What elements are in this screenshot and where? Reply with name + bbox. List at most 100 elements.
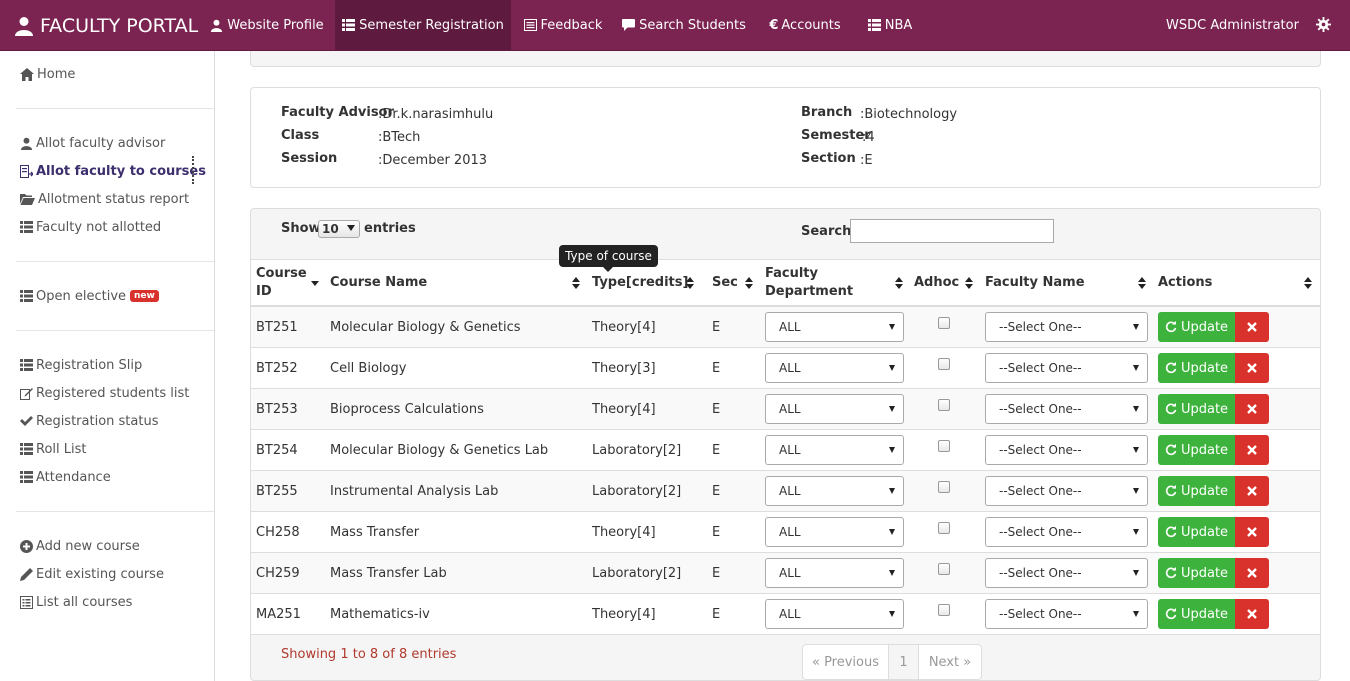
adhoc-checkbox[interactable] — [938, 440, 950, 452]
faculty-department-select[interactable]: ALL — [765, 353, 904, 383]
sidebar-item-add-new-course[interactable]: Add new course — [20, 536, 140, 556]
edit-icon — [20, 387, 33, 400]
nav-feedback[interactable]: Feedback — [514, 0, 612, 50]
chevron-down-icon — [889, 406, 895, 412]
sidebar-item-label: Faculty not allotted — [36, 219, 162, 235]
nav-semester-registration[interactable]: Semester Registration — [335, 0, 511, 50]
col-course-name[interactable]: Course Name — [330, 260, 427, 306]
sidebar-item-allotment-status-report[interactable]: Allotment status report — [20, 189, 189, 209]
sidebar-item-edit-existing-course[interactable]: Edit existing course — [20, 564, 164, 584]
course-section: E — [712, 606, 721, 622]
adhoc-checkbox[interactable] — [938, 399, 950, 411]
faculty-name-select[interactable]: --Select One-- — [985, 353, 1148, 383]
nav-website-profile[interactable]: Website Profile — [201, 0, 333, 50]
nav-accounts[interactable]: € Accounts — [756, 0, 854, 50]
refresh-icon — [1165, 403, 1177, 415]
class-info-panel: Faculty Advisor :Dr.k.narasimhulu Class … — [250, 87, 1321, 188]
faculty-name-select[interactable]: --Select One-- — [985, 312, 1148, 342]
course-section: E — [712, 524, 721, 540]
update-button[interactable]: Update — [1158, 476, 1235, 506]
sidebar-item-allot-faculty-advisor[interactable]: Allot faculty advisor — [20, 133, 165, 153]
col-faculty-department[interactable]: Faculty Department — [765, 260, 865, 306]
update-button[interactable]: Update — [1158, 394, 1235, 424]
update-button[interactable]: Update — [1158, 558, 1235, 588]
sort-icon — [572, 277, 580, 289]
sidebar-item-roll-list[interactable]: Roll List — [20, 439, 86, 459]
adhoc-checkbox[interactable] — [938, 317, 950, 329]
delete-button[interactable] — [1235, 353, 1269, 383]
entries-per-page-select[interactable]: 10 — [318, 220, 360, 238]
list-icon — [20, 221, 33, 233]
refresh-icon — [1165, 444, 1177, 456]
faculty-name-select[interactable]: --Select One-- — [985, 394, 1148, 424]
sidebar-item-list-all-courses[interactable]: List all courses — [20, 592, 132, 612]
brand[interactable]: FACULTY PORTAL — [14, 0, 198, 51]
page-1-button[interactable]: 1 — [889, 645, 919, 679]
col-adhoc[interactable]: Adhoc — [914, 260, 959, 306]
faculty-department-select[interactable]: ALL — [765, 517, 904, 547]
sidebar-item-registered-students-list[interactable]: Registered students list — [20, 383, 189, 403]
faculty-name-select[interactable]: --Select One-- — [985, 435, 1148, 465]
session-label: Session — [281, 151, 338, 166]
column-label: Course ID — [256, 266, 307, 299]
delete-button[interactable] — [1235, 599, 1269, 629]
delete-button[interactable] — [1235, 558, 1269, 588]
sidebar-item-registration-slip[interactable]: Registration Slip — [20, 355, 142, 375]
adhoc-checkbox[interactable] — [938, 358, 950, 370]
sidebar-item-home[interactable]: Home — [20, 64, 75, 84]
sidebar-item-open-elective[interactable]: Open elective new — [20, 286, 159, 306]
update-button[interactable]: Update — [1158, 435, 1235, 465]
delete-button[interactable] — [1235, 312, 1269, 342]
chevron-down-icon — [1133, 529, 1139, 535]
sidebar-item-attendance[interactable]: Attendance — [20, 467, 111, 487]
faculty-name-select[interactable]: --Select One-- — [985, 599, 1148, 629]
table-row: MA251 Mathematics-iv Theory[4] E ALL --Select… — [251, 594, 1320, 635]
nav-nba[interactable]: NBA — [857, 0, 923, 50]
column-label: Course Name — [330, 275, 428, 290]
sort-icon — [745, 277, 753, 289]
col-course-id[interactable]: Course ID — [256, 260, 316, 306]
faculty-name-select[interactable]: --Select One-- — [985, 476, 1148, 506]
course-type: Theory[4] — [592, 524, 656, 540]
sidebar-item-label: Allotment status report — [38, 191, 190, 207]
update-button[interactable]: Update — [1158, 599, 1235, 629]
faculty-department-select[interactable]: ALL — [765, 435, 904, 465]
course-id: BT252 — [256, 360, 298, 376]
adhoc-checkbox[interactable] — [938, 563, 950, 575]
delete-button[interactable] — [1235, 435, 1269, 465]
search-input[interactable] — [850, 219, 1054, 243]
next-page-button[interactable]: Next » — [919, 645, 981, 679]
delete-button[interactable] — [1235, 394, 1269, 424]
select-value: ALL — [779, 525, 801, 539]
faculty-name-select[interactable]: --Select One-- — [985, 517, 1148, 547]
update-button[interactable]: Update — [1158, 517, 1235, 547]
faculty-department-select[interactable]: ALL — [765, 599, 904, 629]
sidebar-item-allot-faculty-to-courses[interactable]: Allot faculty to courses — [20, 161, 206, 181]
gear-icon[interactable] — [1316, 17, 1331, 32]
col-faculty-name[interactable]: Faculty Name — [985, 260, 1085, 306]
course-id: CH259 — [256, 565, 300, 581]
nav-search-students[interactable]: Search Students — [615, 0, 753, 50]
faculty-department-select[interactable]: ALL — [765, 394, 904, 424]
update-button[interactable]: Update — [1158, 353, 1235, 383]
divider — [16, 108, 214, 109]
sidebar-item-label: Registration Slip — [36, 357, 143, 373]
previous-page-button[interactable]: « Previous — [803, 645, 889, 679]
delete-button[interactable] — [1235, 517, 1269, 547]
chevron-down-icon — [889, 570, 895, 576]
adhoc-checkbox[interactable] — [938, 522, 950, 534]
delete-button[interactable] — [1235, 476, 1269, 506]
adhoc-checkbox[interactable] — [938, 481, 950, 493]
faculty-department-select[interactable]: ALL — [765, 476, 904, 506]
faculty-department-select[interactable]: ALL — [765, 558, 904, 588]
select-value: ALL — [779, 320, 801, 334]
sidebar-item-faculty-not-allotted[interactable]: Faculty not allotted — [20, 217, 161, 237]
sidebar-item-registration-status[interactable]: Registration status — [20, 411, 158, 431]
faculty-department-select[interactable]: ALL — [765, 312, 904, 342]
update-button[interactable]: Update — [1158, 312, 1235, 342]
faculty-name-select[interactable]: --Select One-- — [985, 558, 1148, 588]
adhoc-checkbox[interactable] — [938, 604, 950, 616]
pagination: « Previous 1 Next » — [802, 644, 982, 680]
col-sec[interactable]: Sec — [712, 260, 738, 306]
user-menu[interactable]: WSDC Administrator — [1166, 0, 1299, 50]
